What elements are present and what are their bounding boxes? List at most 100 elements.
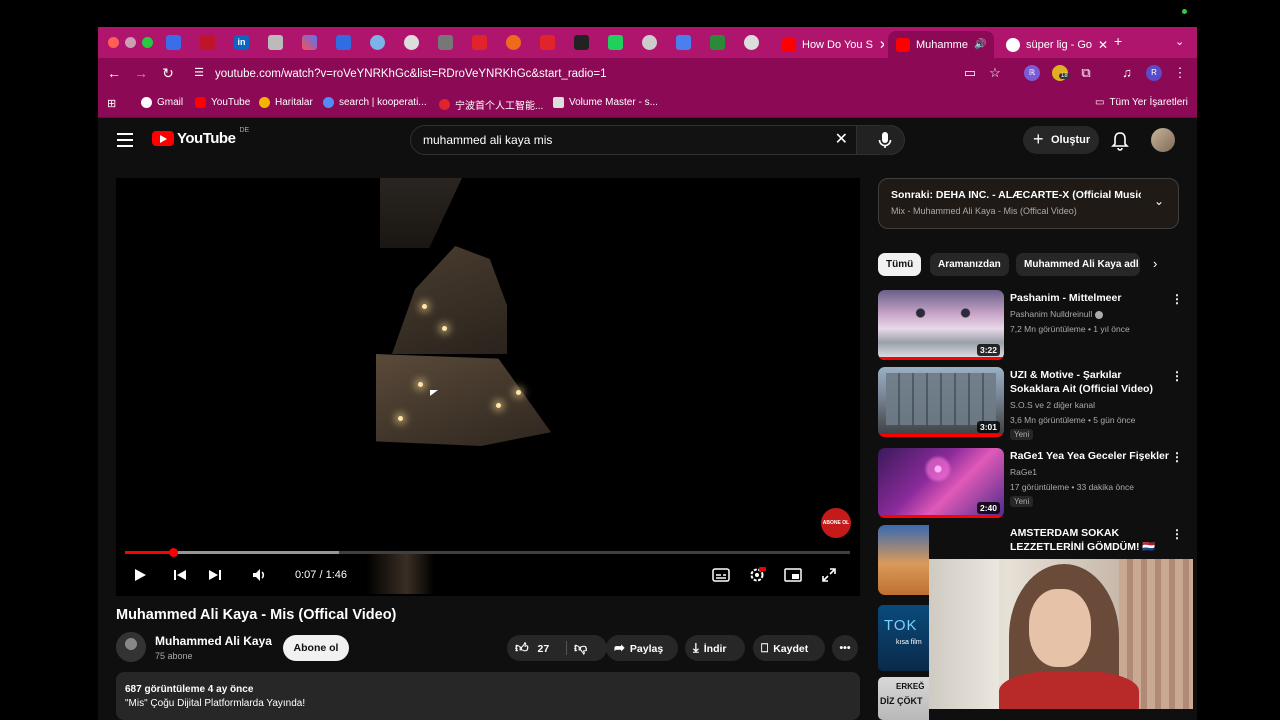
next-button[interactable] bbox=[207, 567, 223, 586]
like-button[interactable]: 👍︎ 27 bbox=[515, 635, 565, 662]
tab-search-icon[interactable]: ⌄ bbox=[1175, 35, 1184, 48]
cast-icon[interactable]: ▭ bbox=[962, 65, 978, 81]
pinned-tab-icon[interactable] bbox=[302, 35, 317, 50]
back-icon[interactable]: ← bbox=[105, 65, 123, 81]
chip-channel[interactable]: Muhammed Ali Kaya adl bbox=[1016, 253, 1140, 276]
more-actions-button[interactable]: ••• bbox=[832, 635, 858, 661]
apps-icon[interactable]: ⊞ bbox=[107, 97, 116, 110]
video-thumbnail[interactable]: ERKEĞ DİZ ÇÖKT bbox=[878, 677, 929, 720]
settings-button[interactable] bbox=[748, 567, 766, 586]
channel-name[interactable]: Muhammed Ali Kaya bbox=[155, 634, 272, 648]
pinned-tab-icon[interactable] bbox=[336, 35, 351, 50]
chevron-right-icon[interactable]: › bbox=[1153, 256, 1157, 271]
dislike-button[interactable]: 👎︎ bbox=[574, 635, 587, 662]
clear-search-icon[interactable]: ✕ bbox=[835, 126, 848, 154]
save-button[interactable]: ⎕ Kaydet bbox=[753, 635, 825, 661]
pinned-tab-icon[interactable] bbox=[676, 35, 691, 50]
fullscreen-button[interactable] bbox=[821, 567, 837, 586]
close-tab-icon[interactable]: ✕ bbox=[986, 38, 994, 52]
more-vertical-icon[interactable]: ⋮ bbox=[1171, 527, 1183, 541]
notifications-bell-icon[interactable] bbox=[1111, 131, 1129, 151]
hamburger-menu-icon[interactable] bbox=[117, 133, 133, 151]
linkedin-icon[interactable]: in bbox=[234, 35, 249, 50]
bookmark-maps[interactable]: Haritalar bbox=[259, 97, 313, 108]
miniplayer-button[interactable] bbox=[784, 567, 802, 586]
download-icon[interactable] bbox=[710, 35, 725, 50]
puzzle-icon[interactable]: ⧉ bbox=[1078, 65, 1094, 81]
video-player[interactable]: ABONE OL 0:07 / 1:46 bbox=[116, 178, 860, 596]
chevron-down-icon[interactable]: ⌄ bbox=[1154, 194, 1164, 208]
pinned-tab-icon[interactable] bbox=[574, 35, 589, 50]
create-button[interactable]: Oluştur bbox=[1023, 125, 1099, 154]
description-box[interactable]: 687 görüntüleme 4 ay önce "Mis" Çoğu Dij… bbox=[116, 672, 860, 720]
close-tab-icon[interactable]: ✕ bbox=[1092, 38, 1108, 52]
profile-avatar[interactable]: R bbox=[1146, 65, 1162, 81]
globe-icon[interactable] bbox=[744, 35, 759, 50]
more-vertical-icon[interactable]: ⋮ bbox=[1171, 292, 1183, 306]
up-next-mix-panel[interactable]: Sonraki: DEHA INC. - ALÆCARTE-X (Officia… bbox=[878, 178, 1179, 229]
tab-super-lig[interactable]: süper lig - Go ✕ bbox=[998, 31, 1108, 58]
more-menu-icon[interactable]: ⋮ bbox=[1172, 65, 1188, 81]
subtitles-button[interactable] bbox=[712, 567, 730, 586]
verified-icon bbox=[1094, 310, 1103, 319]
chip-all[interactable]: Tümü bbox=[878, 253, 922, 276]
minimize-window-button[interactable] bbox=[125, 37, 136, 48]
speaker-icon[interactable]: 🔊 bbox=[974, 39, 986, 50]
new-tab-icon[interactable]: + bbox=[1114, 33, 1122, 49]
subscribe-button[interactable]: Abone ol bbox=[283, 635, 349, 661]
account-avatar[interactable] bbox=[1151, 128, 1175, 152]
video-thumbnail[interactable]: TOK kısa film bbox=[878, 605, 929, 671]
like-count: 27 bbox=[537, 643, 550, 655]
reload-icon[interactable]: ↻ bbox=[159, 65, 177, 82]
search-value: muhammed ali kaya mis bbox=[423, 133, 553, 147]
video-duration: 3:01 bbox=[976, 421, 1000, 433]
more-vertical-icon[interactable]: ⋮ bbox=[1171, 450, 1183, 464]
bookmark-volume-master[interactable]: Volume Master - s... bbox=[553, 97, 658, 108]
pinned-tab-icon[interactable] bbox=[472, 35, 487, 50]
pinned-tab-icon[interactable] bbox=[540, 35, 555, 50]
bookmark-youtube[interactable]: YouTube bbox=[195, 97, 250, 108]
pinned-tab-icon[interactable] bbox=[370, 35, 385, 50]
youtube-logo[interactable]: YouTube DE bbox=[152, 127, 249, 147]
pinned-tab-icon[interactable] bbox=[608, 35, 623, 50]
bank-icon[interactable] bbox=[268, 35, 283, 50]
previous-button[interactable] bbox=[172, 567, 188, 586]
chip-from-search[interactable]: Aramanızdan bbox=[930, 253, 1009, 276]
tab-how-do-you[interactable]: How Do You S ✕ bbox=[774, 31, 884, 58]
light-decoration bbox=[442, 326, 447, 331]
maximize-window-button[interactable] bbox=[142, 37, 153, 48]
recommended-video[interactable]: 3:22 Pashanim - Mittelmeer Pashanim Null… bbox=[878, 290, 1197, 362]
all-bookmarks[interactable]: ▭ Tüm Yer İşaretleri bbox=[1095, 97, 1188, 108]
more-vertical-icon[interactable]: ⋮ bbox=[1171, 369, 1183, 383]
channel-avatar[interactable] bbox=[116, 632, 146, 662]
play-button[interactable] bbox=[132, 567, 148, 586]
tab-muhammed[interactable]: Muhamme 🔊 ✕ bbox=[888, 31, 994, 58]
bookmark-gmail[interactable]: Gmail bbox=[141, 97, 183, 108]
bookmark-search[interactable]: search | kooperati... bbox=[323, 97, 427, 108]
pinned-tab-icon[interactable] bbox=[506, 35, 521, 50]
pinned-tab-icon[interactable] bbox=[166, 35, 181, 50]
media-control-icon[interactable]: ♫ bbox=[1119, 65, 1135, 81]
bookmark-ningbo[interactable]: 宁波首个人工智能... bbox=[439, 97, 543, 112]
volume-button[interactable] bbox=[251, 567, 267, 586]
pinned-tab-icon[interactable] bbox=[642, 35, 657, 50]
forward-icon[interactable]: → bbox=[132, 65, 150, 81]
recommended-video[interactable]: 3:01 UZI & Motive - Şarkılar Sokaklara A… bbox=[878, 367, 1197, 440]
more-horizontal-icon: ••• bbox=[839, 642, 851, 654]
video-scene-shape bbox=[392, 246, 507, 354]
globe-icon[interactable] bbox=[404, 35, 419, 50]
close-tab-icon[interactable]: ✕ bbox=[873, 38, 884, 52]
share-button[interactable]: ➦ Paylaş bbox=[606, 635, 678, 661]
bookmark-star-icon[interactable]: ☆ bbox=[987, 65, 1003, 81]
pinned-tab-icon[interactable] bbox=[200, 35, 215, 50]
progress-scrubber[interactable] bbox=[169, 548, 178, 557]
close-window-button[interactable] bbox=[108, 37, 119, 48]
download-button[interactable]: ⤓ İndir bbox=[685, 635, 745, 661]
extension-icon[interactable]: ℝ bbox=[1024, 65, 1040, 81]
voice-search-button[interactable] bbox=[870, 125, 900, 155]
pinned-tab-icon[interactable] bbox=[438, 35, 453, 50]
subscribe-watermark[interactable]: ABONE OL bbox=[821, 508, 851, 538]
address-bar[interactable]: youtube.com/watch?v=roVeYNRKhGc&list=RDr… bbox=[188, 61, 1088, 87]
search-input[interactable]: muhammed ali kaya mis ✕ bbox=[410, 125, 857, 155]
recommended-video[interactable]: 2:40 RaGe1 Yea Yea Geceler Fişekler RaGe… bbox=[878, 448, 1197, 520]
